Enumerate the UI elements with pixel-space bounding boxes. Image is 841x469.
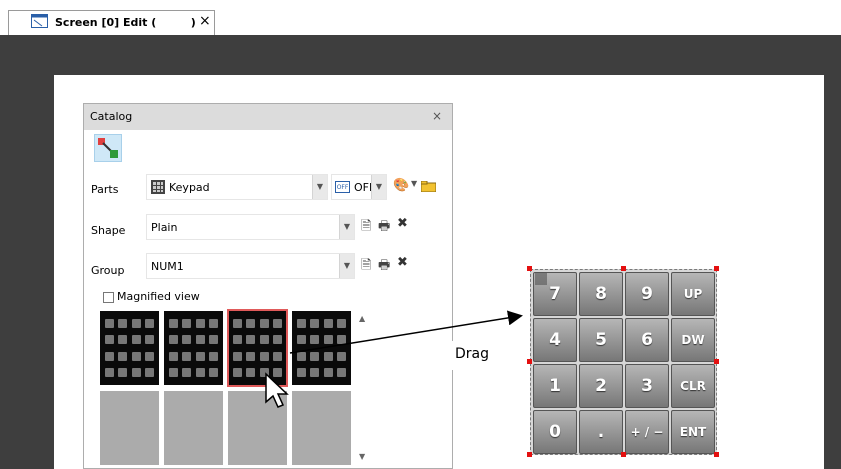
resize-handle[interactable] — [714, 452, 719, 457]
key-clr[interactable]: CLR — [671, 364, 715, 408]
keypad-part-icon — [535, 273, 547, 285]
key-decimal[interactable]: . — [579, 410, 623, 454]
key-6[interactable]: 6 — [625, 318, 669, 362]
keypad-part[interactable]: 7 8 9 UP 4 5 6 DW 1 2 3 CLR 0 . + / − EN… — [530, 269, 717, 455]
resize-handle[interactable] — [527, 266, 532, 271]
drag-annotation: Drag — [455, 346, 490, 362]
resize-handle[interactable] — [621, 266, 626, 271]
key-0[interactable]: 0 — [533, 410, 577, 454]
resize-handle[interactable] — [527, 452, 532, 457]
resize-handle[interactable] — [714, 359, 719, 364]
key-1[interactable]: 1 — [533, 364, 577, 408]
key-9[interactable]: 9 — [625, 272, 669, 316]
resize-handle[interactable] — [621, 452, 626, 457]
key-dw[interactable]: DW — [671, 318, 715, 362]
key-3[interactable]: 3 — [625, 364, 669, 408]
key-plus-minus[interactable]: + / − — [625, 410, 669, 454]
key-8[interactable]: 8 — [579, 272, 623, 316]
resize-handle[interactable] — [714, 266, 719, 271]
resize-handle[interactable] — [527, 359, 532, 364]
key-5[interactable]: 5 — [579, 318, 623, 362]
key-2[interactable]: 2 — [579, 364, 623, 408]
key-up[interactable]: UP — [671, 272, 715, 316]
key-4[interactable]: 4 — [533, 318, 577, 362]
key-ent[interactable]: ENT — [671, 410, 715, 454]
